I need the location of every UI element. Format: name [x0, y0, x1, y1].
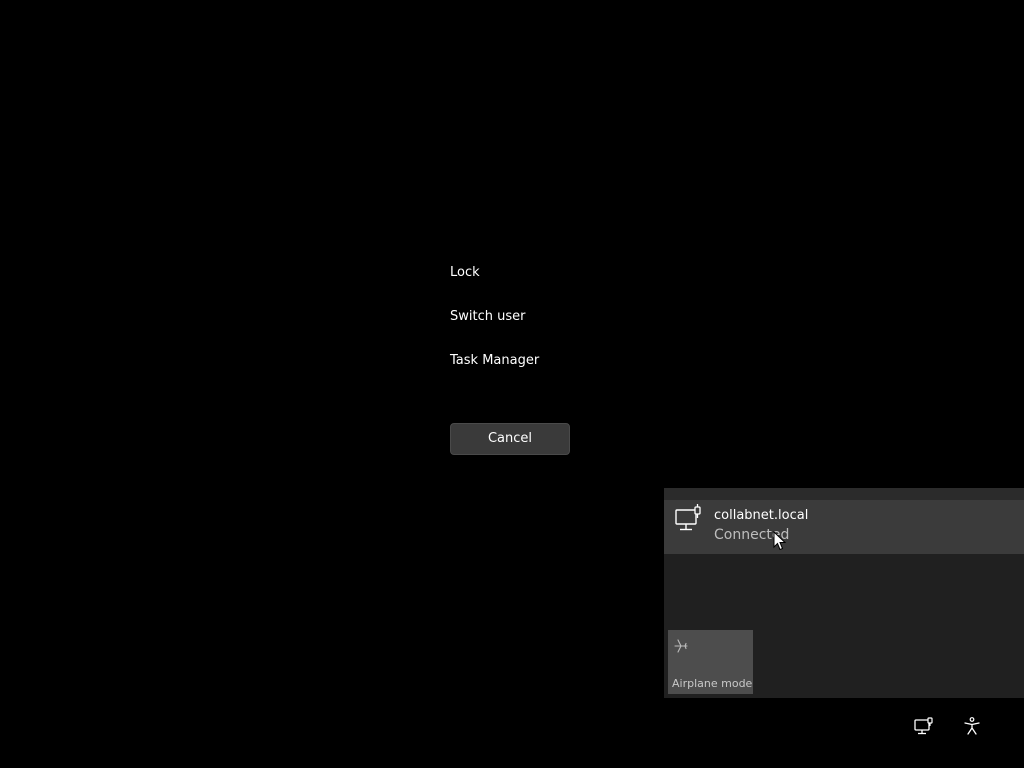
accessibility-icon[interactable]	[962, 716, 982, 736]
flyout-top-strip	[664, 488, 1024, 500]
network-flyout: collabnet.local Connected Airplane mode	[664, 488, 1024, 698]
lock-option[interactable]: Lock	[450, 262, 650, 284]
network-item[interactable]: collabnet.local Connected	[664, 500, 1024, 554]
airplane-mode-toggle[interactable]: Airplane mode	[668, 630, 753, 694]
cancel-button[interactable]: Cancel	[450, 423, 570, 455]
wired-network-icon	[675, 504, 703, 534]
ctrl-alt-del-screen: Lock Switch user Task Manager Cancel col…	[0, 0, 1024, 768]
airplane-icon	[673, 638, 689, 654]
security-options-menu: Lock Switch user Task Manager	[450, 262, 650, 394]
network-status: Connected	[714, 527, 790, 543]
network-name: collabnet.local	[714, 508, 809, 523]
task-manager-option[interactable]: Task Manager	[450, 350, 650, 372]
network-icon[interactable]	[914, 716, 934, 736]
airplane-mode-label: Airplane mode	[672, 677, 753, 690]
switch-user-option[interactable]: Switch user	[450, 306, 650, 328]
